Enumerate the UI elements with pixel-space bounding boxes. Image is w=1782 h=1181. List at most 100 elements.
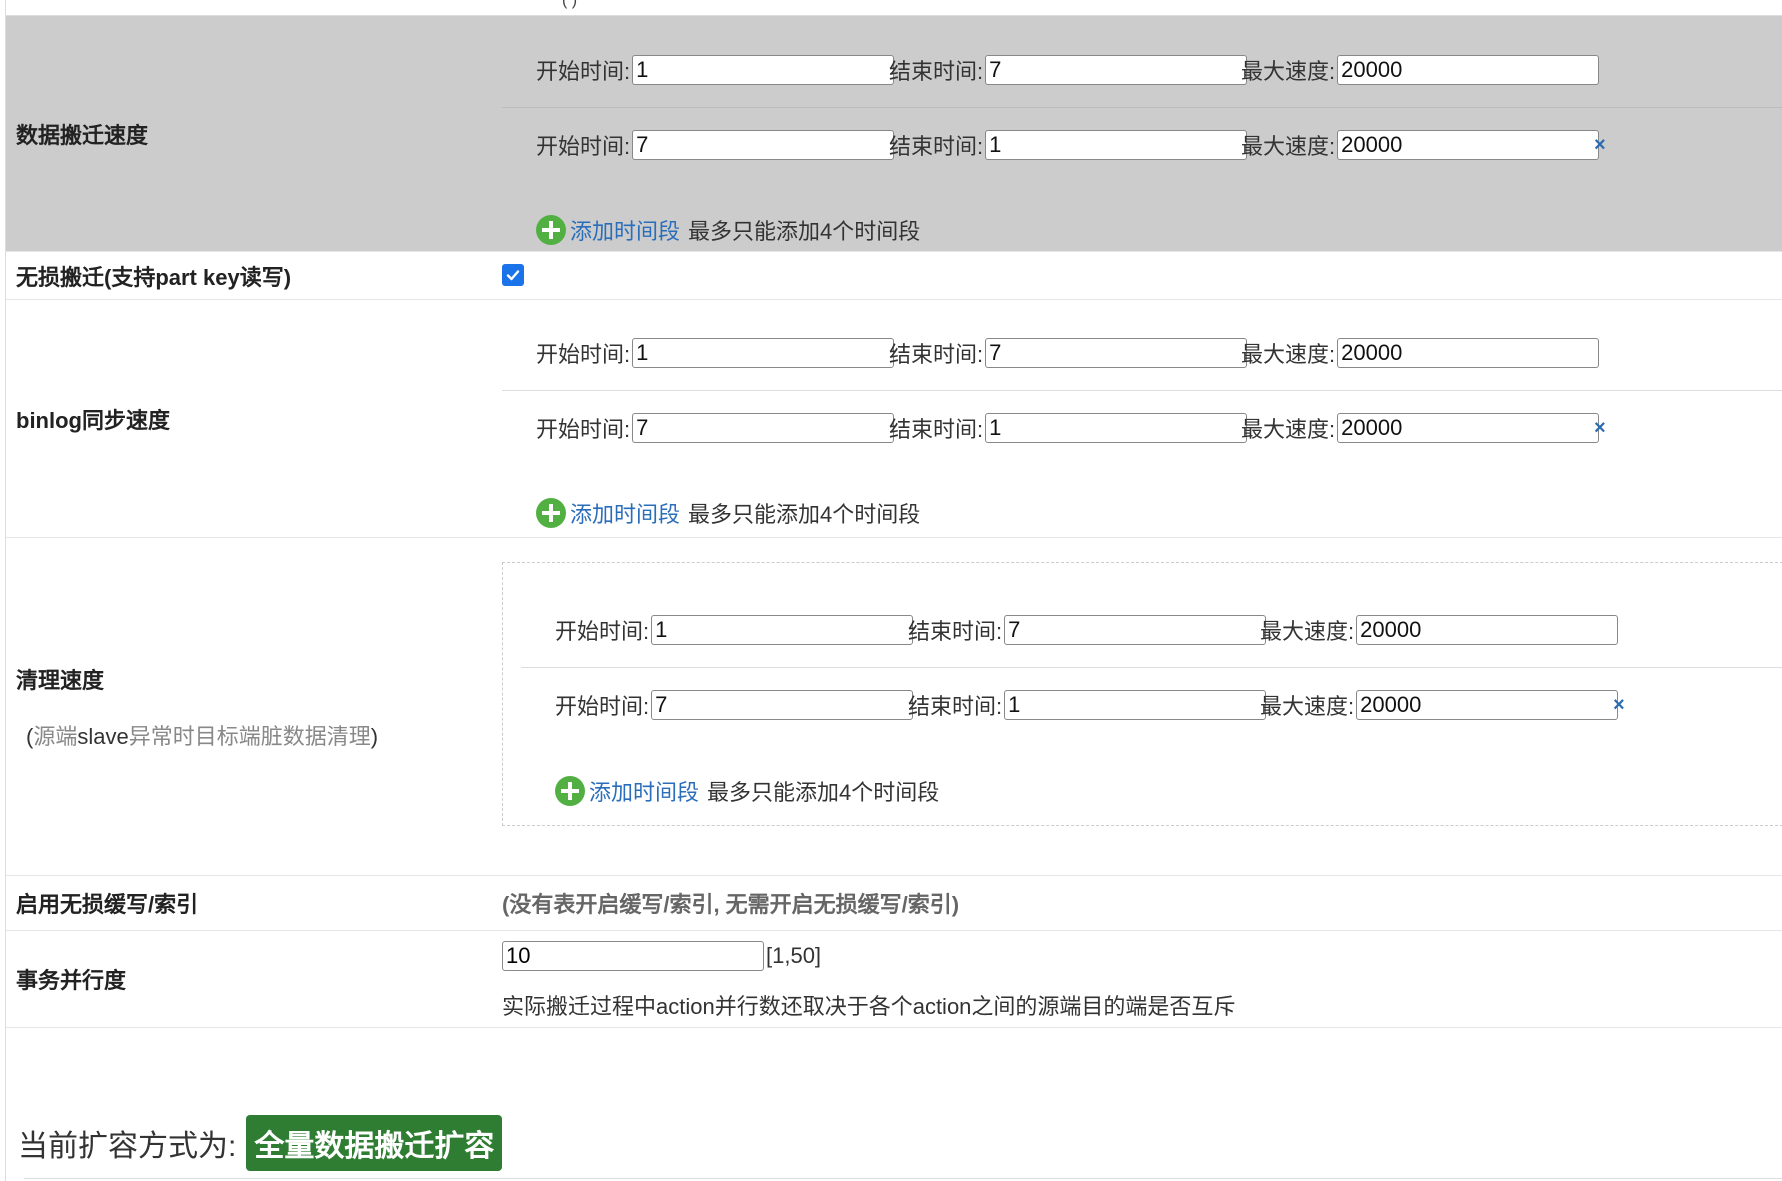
delete-period-icon[interactable]: × (1613, 694, 1625, 717)
max-speed-label: 最大速度: (1260, 619, 1355, 644)
start-time-field: 开始时间: (536, 337, 895, 369)
end-time-field: 结束时间: (889, 54, 1248, 86)
subtitle-source: 源端 (33, 723, 78, 749)
max-speed-label: 最大速度: (1241, 59, 1336, 84)
end-time-input[interactable] (1004, 615, 1267, 645)
add-period-hint: 最多只能添加4个时间段 (688, 502, 921, 527)
end-time-label: 结束时间: (889, 417, 984, 442)
label-cell: 无损搬迁(支持part key读写) (6, 252, 502, 299)
paren-close: ) (370, 723, 379, 749)
label-cell: 启用无损缓写/索引 (6, 876, 502, 930)
transaction-parallelism-label: 事务并行度 (16, 968, 127, 993)
max-speed-input[interactable] (1337, 130, 1600, 160)
end-time-input[interactable] (985, 338, 1248, 368)
add-period-link[interactable]: 添加时间段 (570, 214, 680, 246)
expansion-mode-label: 当前扩容方式为: (18, 1130, 237, 1163)
end-time-input[interactable] (985, 55, 1248, 85)
max-speed-input[interactable] (1356, 615, 1619, 645)
row-transaction-parallelism: 事务并行度 [1,50] 实际搬迁过程中action并行数还取决于各个actio… (6, 931, 1782, 1028)
start-time-input[interactable] (632, 413, 895, 443)
lossless-migration-label: 无损搬迁(支持part key读写) (16, 264, 292, 290)
start-time-label: 开始时间: (536, 417, 631, 442)
end-time-field: 结束时间: (908, 614, 1267, 646)
add-period-line: 添加时间段 最多只能添加4个时间段 (555, 775, 939, 807)
row-cleanup-speed: 清理速度 (源端slave异常时目标端脏数据清理) 开始时间: 结束时间: (6, 538, 1782, 876)
lossless-cache-index-value: (没有表开启缓写/索引, 无需开启无损缓写/索引) (502, 876, 1782, 930)
max-speed-field: 最大速度: (1241, 412, 1600, 444)
start-time-field: 开始时间: (555, 689, 914, 721)
max-speed-field: 最大速度: (1241, 129, 1600, 161)
label-cell: 清理速度 (源端slave异常时目标端脏数据清理) (6, 538, 502, 875)
add-period-line: 添加时间段 最多只能添加4个时间段 (536, 214, 920, 246)
max-speed-field: 最大速度: (1260, 689, 1619, 721)
add-period-line: 添加时间段 最多只能添加4个时间段 (536, 497, 920, 529)
transaction-parallelism-value: [1,50] 实际搬迁过程中action并行数还取决于各个action之间的源端… (502, 931, 1782, 1027)
start-time-input[interactable] (651, 615, 914, 645)
lossless-migration-checkbox[interactable] (502, 264, 524, 286)
row-lossless-cache-index: 启用无损缓写/索引 (没有表开启缓写/索引, 无需开启无损缓写/索引) (6, 876, 1782, 931)
max-speed-input[interactable] (1337, 55, 1600, 85)
footer-divider (24, 1178, 1782, 1179)
delete-period-icon[interactable]: × (1594, 417, 1606, 440)
end-time-input[interactable] (985, 130, 1248, 160)
transaction-parallelism-note: 实际搬迁过程中action并行数还取决于各个action之间的源端目的端是否互斥 (502, 994, 1236, 1019)
max-speed-label: 最大速度: (1260, 694, 1355, 719)
start-time-input[interactable] (632, 55, 895, 85)
transaction-parallelism-field: [1,50] (502, 941, 821, 971)
subtitle-desc: 异常时目标端脏数据清理 (128, 723, 371, 749)
end-time-label: 结束时间: (908, 694, 1003, 719)
add-period-hint: 最多只能添加4个时间段 (688, 219, 921, 244)
end-time-field: 结束时间: (908, 689, 1267, 721)
lossless-migration-value (502, 252, 1782, 299)
period-row: 开始时间: 结束时间: 最大速度: (521, 593, 1782, 668)
delete-period-icon[interactable]: × (1594, 134, 1606, 157)
start-time-input[interactable] (632, 338, 895, 368)
transaction-parallelism-range: [1,50] (766, 943, 822, 968)
top-partial-row: ( ) (6, 0, 1782, 16)
cleanup-speed-label: 清理速度 (16, 667, 105, 693)
end-time-input[interactable] (1004, 690, 1267, 720)
add-period-link[interactable]: 添加时间段 (570, 497, 680, 529)
transaction-parallelism-input[interactable] (502, 941, 764, 971)
period-row: 开始时间: 结束时间: 最大速度: × (521, 668, 1782, 742)
row-binlog-sync-speed: binlog同步速度 开始时间: 结束时间: 最大速度: 开始时间 (6, 300, 1782, 538)
lossless-cache-index-label: 启用无损缓写/索引 (16, 892, 199, 917)
binlog-sync-speed-label: binlog同步速度 (16, 407, 170, 433)
start-time-input[interactable] (632, 130, 895, 160)
start-time-label: 开始时间: (555, 619, 650, 644)
label-cell: binlog同步速度 (6, 300, 502, 537)
start-time-label: 开始时间: (536, 342, 631, 367)
lossless-cache-index-notice: (没有表开启缓写/索引, 无需开启无损缓写/索引) (502, 892, 960, 917)
end-time-input[interactable] (985, 413, 1248, 443)
plus-circle-icon[interactable] (555, 776, 585, 806)
period-row: 开始时间: 结束时间: 最大速度: (502, 33, 1782, 108)
checkmark-icon (506, 270, 520, 281)
end-time-label: 结束时间: (889, 342, 984, 367)
end-time-field: 结束时间: (889, 337, 1248, 369)
period-row: 开始时间: 结束时间: 最大速度: × (502, 391, 1782, 465)
start-time-field: 开始时间: (555, 614, 914, 646)
end-time-label: 结束时间: (889, 134, 984, 159)
start-time-label: 开始时间: (536, 134, 631, 159)
current-expansion-mode: 当前扩容方式为: 全量数据搬迁扩容 (18, 1115, 503, 1171)
period-row: 开始时间: 结束时间: 最大速度: (502, 316, 1782, 391)
label-cell: 事务并行度 (6, 931, 502, 1027)
max-speed-field: 最大速度: (1241, 54, 1600, 86)
plus-circle-icon[interactable] (536, 498, 566, 528)
row-data-migration-speed: 数据搬迁速度 开始时间: 结束时间: 最大速度: 开始时间: (6, 16, 1782, 252)
max-speed-input[interactable] (1337, 413, 1600, 443)
config-form: ( ) 数据搬迁速度 开始时间: 结束时间: 最大速度: (6, 0, 1782, 1028)
cleanup-dashed-box: 开始时间: 结束时间: 最大速度: 开始时间: (502, 562, 1782, 826)
start-time-input[interactable] (651, 690, 914, 720)
max-speed-input[interactable] (1337, 338, 1600, 368)
max-speed-label: 最大速度: (1241, 417, 1336, 442)
top-partial-text: ( ) (562, 0, 578, 9)
max-speed-field: 最大速度: (1260, 614, 1619, 646)
max-speed-input[interactable] (1356, 690, 1619, 720)
end-time-field: 结束时间: (889, 129, 1248, 161)
data-migration-periods: 开始时间: 结束时间: 最大速度: 开始时间: 结束时间: (502, 16, 1782, 251)
plus-circle-icon[interactable] (536, 215, 566, 245)
max-speed-label: 最大速度: (1241, 342, 1336, 367)
add-period-link[interactable]: 添加时间段 (589, 775, 699, 807)
row-lossless-migration: 无损搬迁(支持part key读写) (6, 252, 1782, 300)
